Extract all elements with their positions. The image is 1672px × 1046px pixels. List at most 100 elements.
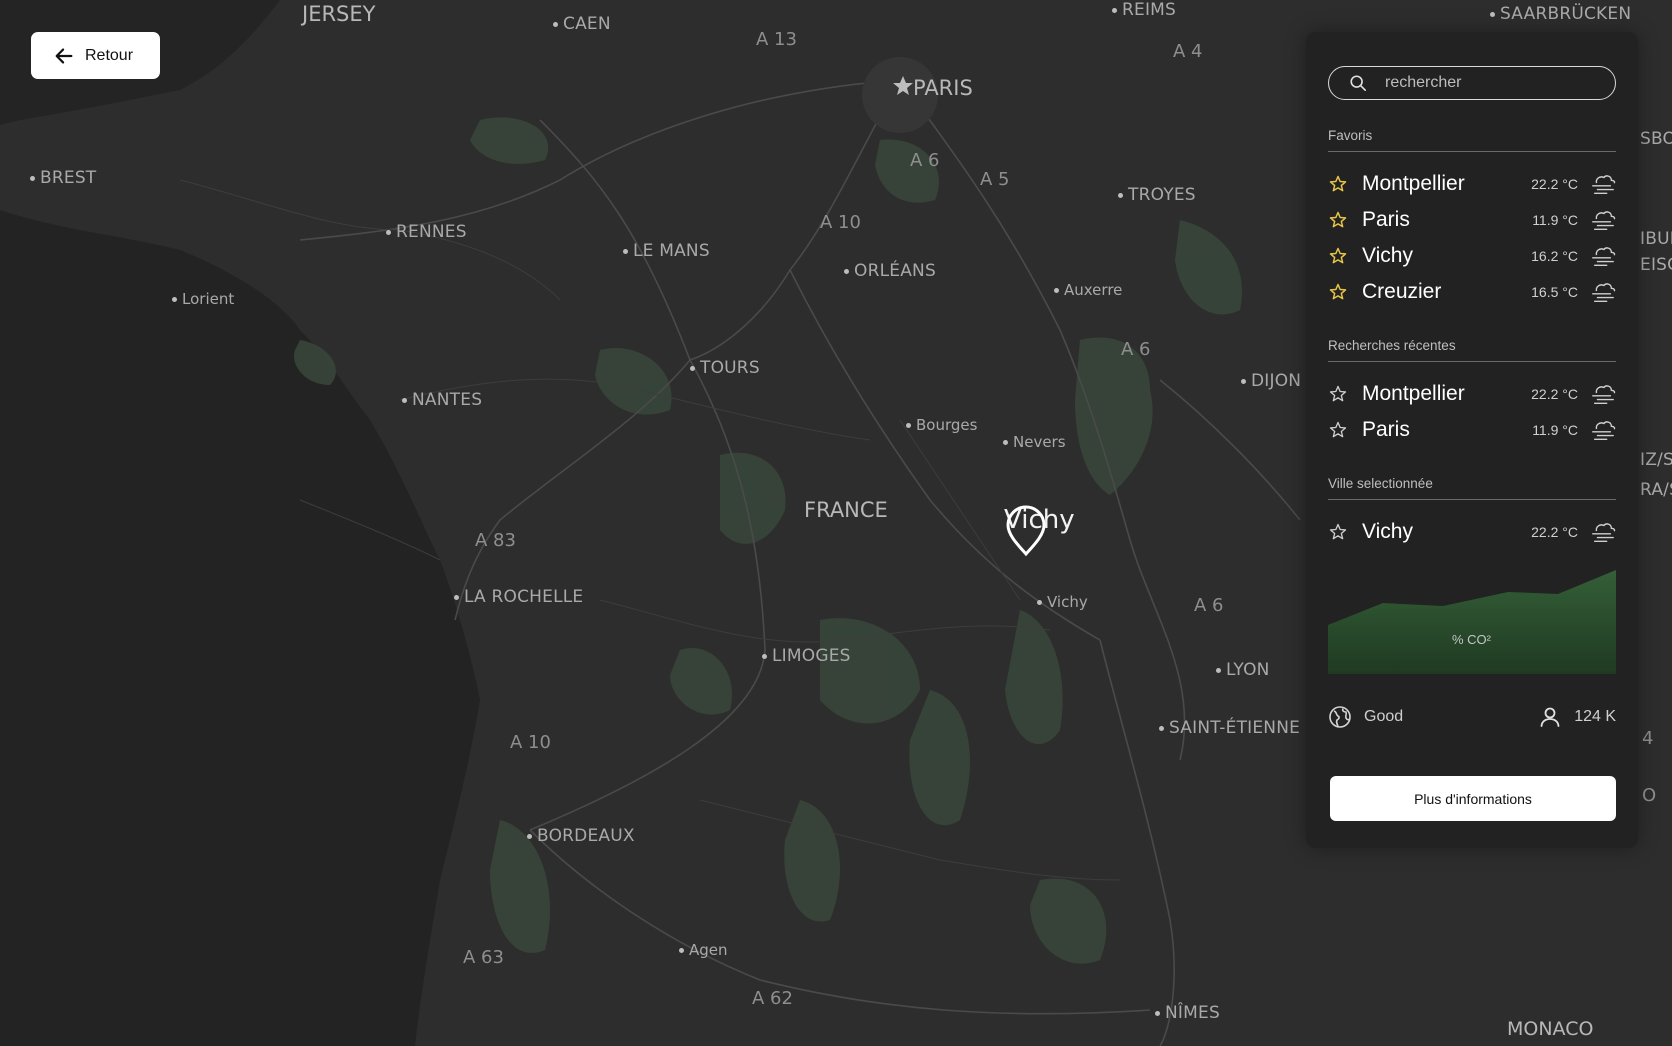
city-temperature: 16.2 °C <box>1531 248 1578 264</box>
map-label-troyes: TROYES <box>1118 187 1196 204</box>
cloud-wind-icon <box>1592 385 1616 404</box>
map-label-nantes: NANTES <box>402 392 482 409</box>
map-label-bordeaux: BORDEAUX <box>527 828 635 845</box>
star-outline-icon[interactable] <box>1328 420 1348 440</box>
map-label-a13: A 13 <box>756 29 797 50</box>
map-label-vichy: Vichy <box>1037 595 1088 610</box>
cloud-wind-icon <box>1592 211 1616 230</box>
map-pin-vichy[interactable]: Vichy <box>1004 505 1075 557</box>
map-label-a6-north: A 6 <box>910 150 940 171</box>
co2-chart: % CO² <box>1328 570 1616 674</box>
recent-searches-title: Recherches récentes <box>1328 338 1616 362</box>
city-temperature: 11.9 °C <box>1532 212 1578 228</box>
map-label-auxerre: Auxerre <box>1054 283 1122 298</box>
map-label-saint-etienne: SAINT-ÉTIENNE <box>1159 720 1300 737</box>
map-label-edge-iz: IZ/S <box>1640 450 1672 470</box>
recent-item[interactable]: Paris 11.9 °C <box>1328 412 1616 448</box>
cloud-wind-icon <box>1592 247 1616 266</box>
cloud-wind-icon <box>1592 421 1616 440</box>
population-stat: 124 K <box>1538 705 1616 729</box>
arrow-left-icon <box>55 47 73 64</box>
map-label-bourges: Bourges <box>906 418 977 433</box>
star-outline-icon[interactable] <box>1328 522 1348 542</box>
map-label-edge-o: O <box>1642 785 1657 806</box>
star-filled-icon[interactable] <box>1328 210 1348 230</box>
map-label-rennes: RENNES <box>386 224 467 241</box>
co2-chart-label: % CO² <box>1452 632 1491 647</box>
co2-area <box>1328 570 1616 674</box>
map-label-brest: BREST <box>30 170 96 187</box>
favorite-item[interactable]: Montpellier 22.2 °C <box>1328 166 1616 202</box>
back-button[interactable]: Retour <box>31 32 160 79</box>
co2-area-chart <box>1328 570 1616 674</box>
map-label-dijon: DIJON <box>1241 373 1301 390</box>
map-label-edge-4: 4 <box>1642 728 1654 749</box>
star-filled-icon[interactable] <box>1328 174 1348 194</box>
map-label-nimes: NÎMES <box>1155 1005 1220 1022</box>
cloud-wind-icon <box>1592 523 1616 542</box>
favorite-item[interactable]: Vichy 16.2 °C <box>1328 238 1616 274</box>
selected-city-title: Ville selectionnée <box>1328 476 1616 500</box>
recent-item[interactable]: Montpellier 22.2 °C <box>1328 376 1616 412</box>
city-temperature: 22.2 °C <box>1531 386 1578 402</box>
map-label-la-rochelle: LA ROCHELLE <box>454 589 583 606</box>
map-label-agen: Agen <box>679 943 728 958</box>
search-icon <box>1350 75 1367 92</box>
map-label-edge-eisga: EISGA <box>1640 255 1672 275</box>
map-label-nevers: Nevers <box>1003 435 1066 450</box>
map-label-limoges: LIMOGES <box>762 648 851 665</box>
city-name: Vichy <box>1362 244 1413 267</box>
cloud-wind-icon <box>1592 283 1616 302</box>
selected-city-item[interactable]: Vichy 22.2 °C <box>1328 514 1616 550</box>
city-temperature: 22.2 °C <box>1531 176 1578 192</box>
air-quality-stat: Good <box>1328 705 1403 729</box>
star-filled-icon[interactable] <box>1328 282 1348 302</box>
map-label-edge-ibur: IBUR <box>1640 229 1672 249</box>
weather-panel: Favoris Montpellier 22.2 °C Paris 11.9 °… <box>1306 32 1638 848</box>
map-label-monaco: MONACO <box>1507 1018 1594 1040</box>
map-label-a10-south: A 10 <box>510 732 551 753</box>
user-icon <box>1540 707 1560 727</box>
city-stats: Good 124 K <box>1328 702 1616 732</box>
map-label-saarbrucken: SAARBRÜCKEN <box>1490 6 1631 23</box>
back-button-label: Retour <box>85 46 134 64</box>
city-temperature: 11.9 °C <box>1532 422 1578 438</box>
favorites-title: Favoris <box>1328 128 1616 152</box>
map-label-a6-south: A 6 <box>1194 595 1224 616</box>
favorites-list: Montpellier 22.2 °C Paris 11.9 °C Vichy … <box>1328 166 1616 310</box>
map-label-reims: REIMS <box>1112 2 1176 19</box>
population-value: 124 K <box>1574 708 1616 725</box>
map-label-tours: TOURS <box>690 360 760 377</box>
more-info-button[interactable]: Plus d'informations <box>1330 776 1616 821</box>
favorite-item[interactable]: Creuzier 16.5 °C <box>1328 274 1616 310</box>
map-label-paris: PARIS <box>913 76 973 100</box>
search-input[interactable] <box>1383 73 1607 93</box>
map-label-a62: A 62 <box>752 988 793 1009</box>
city-name: Vichy <box>1362 520 1413 543</box>
cloud-wind-icon <box>1592 175 1616 194</box>
star-outline-icon[interactable] <box>1328 384 1348 404</box>
map-label-a5: A 5 <box>980 169 1010 190</box>
city-temperature: 16.5 °C <box>1531 284 1578 300</box>
location-pin-icon <box>1006 505 1046 557</box>
recent-searches-list: Montpellier 22.2 °C Paris 11.9 °C <box>1328 376 1616 448</box>
map-label-a4: A 4 <box>1173 41 1203 62</box>
air-quality-value: Good <box>1364 708 1404 725</box>
map-label-a10-north: A 10 <box>820 212 861 233</box>
map-label-france: FRANCE <box>804 498 888 522</box>
map-label-edge-sbo: SBO <box>1640 129 1672 149</box>
star-filled-icon[interactable] <box>1328 246 1348 266</box>
city-name: Paris <box>1362 418 1410 441</box>
globe-icon <box>1329 706 1351 728</box>
map-label-a63: A 63 <box>463 947 504 968</box>
map-label-jersey: JERSEY <box>302 2 376 26</box>
favorite-item[interactable]: Paris 11.9 °C <box>1328 202 1616 238</box>
map-label-caen: CAEN <box>553 16 611 33</box>
map-label-edge-ra: RA/S <box>1640 480 1672 500</box>
map-label-a6-mid: A 6 <box>1121 339 1151 360</box>
search-bar[interactable] <box>1328 66 1616 100</box>
map-label-lyon: LYON <box>1216 662 1270 679</box>
selected-city: Vichy 22.2 °C <box>1328 514 1616 550</box>
map-label-orleans: ORLÉANS <box>844 263 936 280</box>
city-name: Creuzier <box>1362 280 1442 303</box>
